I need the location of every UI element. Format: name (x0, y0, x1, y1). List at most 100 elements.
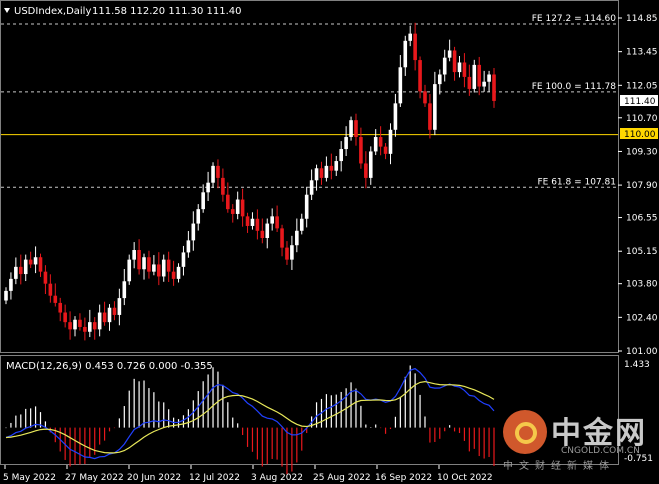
macd-bar (424, 416, 426, 428)
candle-body (492, 74, 496, 101)
candle-body (161, 259, 166, 277)
candle-body (295, 230, 299, 246)
candle-body (211, 165, 215, 183)
candle-body (364, 163, 368, 178)
candle-body (4, 290, 8, 301)
candle-body (378, 137, 383, 147)
candle-body (442, 57, 447, 75)
macd-bar (5, 427, 7, 429)
macd-bar (276, 427, 278, 460)
candle-body (73, 319, 77, 330)
candle-body (78, 319, 82, 327)
candle-body (176, 266, 181, 279)
macd-bar (133, 378, 135, 428)
candle-body (97, 312, 102, 330)
macd-bar (404, 376, 406, 428)
candle-body (403, 40, 408, 68)
price-tick-label: 110.70 (626, 114, 658, 124)
candle-body (132, 250, 136, 260)
macd-bar (399, 396, 401, 428)
candle-body (107, 307, 112, 323)
macd-bar (10, 422, 12, 428)
fibonacci-levels: FE 127.2 = 114.60 FE 100.0 = 111.78 FE 61.… (1, 14, 618, 188)
candle-body (230, 209, 235, 214)
macd-bar (434, 427, 436, 443)
candle-body (482, 81, 486, 87)
candle-body (9, 278, 13, 291)
macd-bar (158, 401, 160, 428)
candle-body (68, 322, 72, 330)
macd-bar (493, 427, 495, 467)
time-tick-label: 12 Jul 2022 (189, 473, 240, 483)
candle-body (487, 74, 491, 82)
macd-bar (251, 427, 254, 452)
candle-body (299, 218, 304, 231)
macd-bar (301, 427, 303, 451)
macd-bar (187, 409, 189, 428)
macd-bar (79, 427, 81, 465)
macd-bar (192, 400, 194, 428)
candle-body (28, 259, 33, 265)
candle-body (398, 67, 403, 104)
level-price-label: 110.00 (624, 130, 656, 140)
candle-body (418, 60, 422, 92)
candle-body (166, 259, 171, 272)
candle-body (255, 218, 260, 231)
macd-bar (340, 391, 342, 428)
candle-body (285, 247, 289, 260)
price-tick-label: 106.55 (626, 214, 658, 224)
candle-body (383, 146, 388, 154)
macd-bar (168, 409, 170, 428)
time-tick-label: 5 May 2022 (3, 473, 56, 483)
fib-label: FE 100.0 = 111.78 (532, 82, 617, 92)
macd-bar (384, 427, 387, 434)
macd-bar (483, 427, 485, 459)
macd-bar (177, 419, 180, 428)
candle-body (408, 33, 413, 41)
price-tick-label: 113.45 (626, 48, 658, 58)
candle-body (92, 322, 97, 330)
macd-bar (429, 427, 431, 443)
candle-body (147, 257, 151, 272)
macd-bar (113, 427, 116, 429)
macd-bar (409, 365, 411, 428)
price-tick-label: 103.80 (626, 280, 658, 290)
candle-body (250, 218, 255, 226)
macd-bar (15, 415, 17, 428)
candle-body (112, 307, 117, 315)
price-tick-label: 105.15 (626, 247, 658, 257)
macd-bar (325, 394, 328, 428)
candle-body (53, 295, 58, 303)
candle-body (43, 271, 48, 284)
candle-body (206, 182, 210, 193)
candle-body (452, 50, 457, 73)
macd-bar (108, 427, 111, 432)
candle-body (171, 271, 176, 279)
candle-body (290, 245, 294, 260)
candle-body (14, 266, 18, 279)
candle-body (334, 161, 339, 171)
macd-bar (286, 427, 288, 475)
candle-body (83, 326, 87, 332)
time-tick-label: 20 Jun 2022 (127, 473, 181, 483)
price-tick-label: 109.30 (626, 147, 658, 157)
macd-bar (389, 427, 392, 430)
macd-bar (266, 427, 268, 465)
macd-bar (458, 427, 461, 434)
candle-body (152, 264, 156, 272)
time-tick-label: 3 Aug 2022 (251, 473, 303, 483)
candle-body (87, 322, 92, 332)
price-axis: 114.85 113.45 112.05 110.70 109.30 107.90 106.… (618, 14, 658, 357)
macd-bar (246, 427, 249, 447)
candle-body (58, 302, 63, 313)
macd-bar (99, 427, 101, 445)
macd-bar (123, 406, 125, 428)
macd-bar (478, 427, 480, 457)
candle-body (240, 199, 245, 217)
candle-body (437, 74, 442, 85)
candle-body (186, 240, 191, 253)
candle-body (122, 281, 127, 299)
candle-body (309, 180, 314, 195)
price-tick-label: 107.90 (626, 181, 658, 191)
time-tick-label: 25 Aug 2022 (313, 473, 371, 483)
